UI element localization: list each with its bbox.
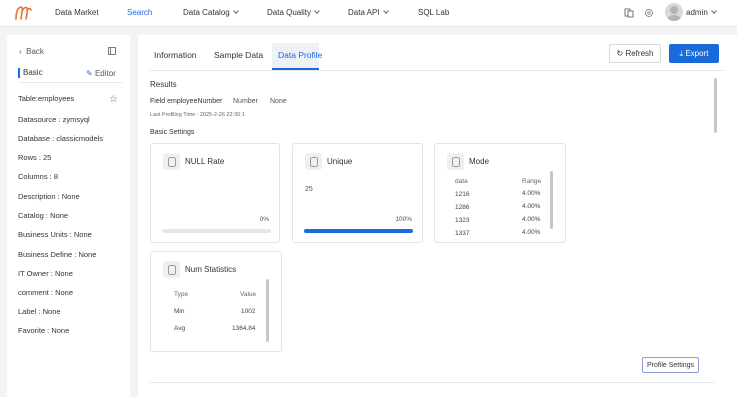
mode-title: Mode [469, 157, 490, 166]
info-datasource: Datasource : zymsyql [18, 115, 90, 124]
mode-row-range: 4.00% [522, 190, 541, 197]
editor-label: Editor [94, 69, 116, 78]
unique-progress-fill [304, 229, 413, 233]
basic-settings-heading: Basic Settings [150, 129, 195, 136]
info-favorite: Favorite : None [18, 326, 70, 335]
edit-icon: ✎ [86, 69, 93, 78]
refresh-icon: ↻ [616, 49, 624, 58]
chevron-down-icon [710, 8, 717, 14]
nav-data-catalog[interactable]: Data Catalog [183, 8, 239, 17]
field-name: Field employeeNumber [150, 98, 223, 105]
nav-data-market[interactable]: Data Market [55, 8, 99, 17]
nav-data-quality-label: Data Quality [267, 8, 312, 17]
info-business-units: Business Units : None [18, 230, 92, 239]
database-icon [163, 153, 180, 170]
num-stats-row-type: Min [174, 308, 185, 315]
info-comment: comment : None [18, 288, 74, 297]
basic-section-title: Basic [18, 68, 43, 78]
table-name: Table:employees [18, 94, 75, 103]
unique-title: Unique [327, 157, 353, 166]
nav-search[interactable]: Search [127, 8, 152, 17]
chevron-down-icon [232, 8, 239, 14]
divider [150, 382, 715, 383]
favorite-star-icon[interactable]: ☆ [109, 94, 118, 105]
mode-row-data: 1323 [455, 217, 470, 224]
database-icon [447, 153, 464, 170]
info-rows: Rows : 25 [18, 153, 52, 162]
tabs-divider [150, 70, 725, 71]
num-stats-header-value: Value [240, 291, 257, 298]
settings-icon[interactable] [644, 8, 654, 18]
editor-button[interactable]: ✎ Editor [86, 69, 116, 78]
unique-card: Unique 25 100% [292, 143, 423, 243]
num-stats-header-type: Type [174, 291, 189, 298]
mode-header-range: Range [522, 178, 542, 185]
refresh-button[interactable]: ↻ Refresh [609, 44, 661, 63]
unique-value: 25 [305, 186, 313, 193]
refresh-label: Refresh [625, 49, 654, 58]
info-columns: Columns : 8 [18, 172, 59, 181]
mode-row-data: 1337 [455, 230, 470, 237]
field-type: Number [233, 98, 258, 105]
info-description: Description : None [18, 192, 80, 201]
num-stats-row-value: 1002 [241, 308, 256, 315]
avatar[interactable] [665, 3, 683, 21]
mode-row-data: 1216 [455, 191, 470, 198]
info-label: Label : None [18, 307, 61, 316]
field-description: None [270, 98, 287, 105]
user-menu[interactable]: admin [686, 8, 717, 17]
mode-row-range: 4.00% [522, 203, 541, 210]
nav-data-api-label: Data API [348, 8, 380, 17]
info-it-owner: IT Owner : None [18, 269, 73, 278]
nav-data-quality[interactable]: Data Quality [267, 8, 320, 17]
nav-data-catalog-label: Data Catalog [183, 8, 230, 17]
database-icon [305, 153, 322, 170]
info-database: Database : classicmodels [18, 134, 104, 143]
database-icon [163, 261, 180, 278]
back-label: Back [26, 47, 44, 56]
logo-icon[interactable] [13, 4, 33, 22]
mode-card: Mode data Range 1216 4.00% 1286 4.00% 13… [434, 143, 566, 243]
table-info-panel: ‹ Back Basic ✎ Editor Table:employees ☆ … [7, 35, 130, 397]
tab-information[interactable]: Information [154, 50, 197, 60]
unique-progress [304, 229, 413, 233]
nav-data-api[interactable]: Data API [348, 8, 389, 17]
mode-row-range: 4.00% [522, 229, 541, 236]
export-button[interactable]: ⤓ Export [669, 44, 719, 63]
null-rate-card: NULL Rate 0% [150, 143, 280, 243]
download-icon: ⤓ [679, 48, 684, 58]
export-label: Export [685, 48, 709, 58]
divider [18, 82, 122, 83]
null-rate-progress [162, 229, 271, 233]
info-business-define: Business Define : None [18, 250, 97, 259]
num-stats-scrollbar[interactable] [266, 279, 269, 342]
last-profiling-time: Last Profiling Time : 2025-2-26 22:30:1 [150, 112, 245, 118]
tab-data-profile[interactable]: Data Profile [278, 50, 322, 60]
num-stats-row-type: Avg [174, 325, 186, 332]
num-statistics-card: Num Statistics Type Value Min 1002 Avg 1… [150, 251, 282, 352]
info-catalog: Catalog : None [18, 211, 69, 220]
mode-header-data: data [455, 178, 468, 185]
main-scrollbar[interactable] [714, 78, 717, 133]
null-rate-percent: 0% [259, 216, 269, 223]
mode-scrollbar[interactable] [550, 171, 553, 229]
collapse-panel-icon[interactable] [108, 47, 116, 55]
results-heading: Results [150, 80, 177, 89]
chevron-down-icon [314, 8, 320, 14]
num-stats-row-value: 1364.84 [232, 325, 256, 332]
mode-row-data: 1286 [455, 204, 470, 211]
main-panel: Information Sample Data Data Profile ↻ R… [138, 35, 737, 397]
profile-settings-button[interactable]: Profile Settings [642, 357, 699, 373]
unique-percent: 100% [395, 216, 412, 223]
language-icon[interactable] [624, 8, 634, 18]
num-statistics-title: Num Statistics [185, 265, 237, 274]
back-button[interactable]: ‹ Back [19, 47, 44, 56]
tab-sample-data[interactable]: Sample Data [214, 50, 263, 60]
user-name: admin [686, 8, 708, 17]
nav-sql-lab[interactable]: SQL Lab [418, 8, 449, 17]
mode-row-range: 4.00% [522, 216, 541, 223]
chevron-down-icon [382, 8, 389, 14]
top-nav-bar: Data Market Search Data Catalog Data Qua… [0, 0, 737, 27]
null-rate-title: NULL Rate [185, 157, 225, 166]
